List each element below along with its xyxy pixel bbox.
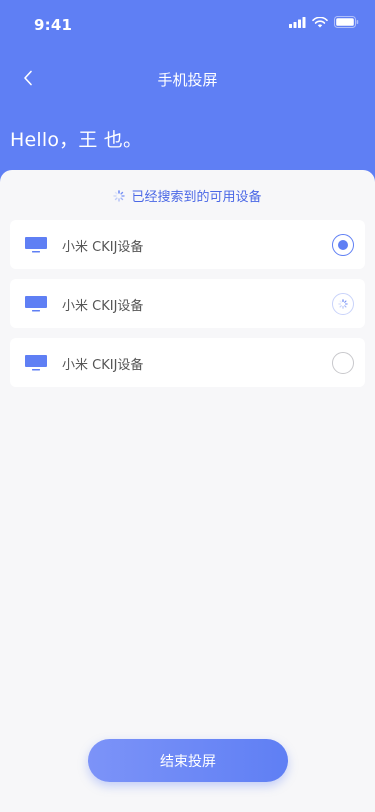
- status-time: 9:41: [34, 16, 73, 34]
- spinner-icon: [113, 189, 126, 202]
- device-list: 小米 CKIJ设备 小米 CKIJ设备 小米 CKIJ设备: [10, 220, 365, 397]
- device-item-3[interactable]: 小米 CKIJ设备: [10, 338, 365, 387]
- monitor-icon: [25, 296, 47, 312]
- device-name: 小米 CKIJ设备: [62, 299, 144, 314]
- nav-bar: 手机投屏: [0, 58, 375, 98]
- monitor-icon: [25, 237, 47, 253]
- spinner-icon: [338, 299, 348, 309]
- battery-icon: [334, 16, 359, 28]
- status-icons: [289, 16, 359, 28]
- radio-unselected[interactable]: [332, 352, 354, 374]
- signal-icon: [289, 16, 306, 28]
- end-casting-button[interactable]: 结束投屏: [88, 739, 288, 782]
- radio-dot: [338, 240, 348, 250]
- search-status: 已经搜索到的可用设备: [0, 186, 375, 205]
- device-name: 小米 CKIJ设备: [62, 358, 144, 373]
- greeting-text: Hello，王 也。: [10, 129, 143, 151]
- device-item-1[interactable]: 小米 CKIJ设备: [10, 220, 365, 269]
- device-item-2[interactable]: 小米 CKIJ设备: [10, 279, 365, 328]
- wifi-icon: [312, 16, 328, 27]
- radio-selected[interactable]: [332, 234, 354, 256]
- device-sheet: 已经搜索到的可用设备 小米 CKIJ设备 小米 CKIJ设备 小米 CKIJ设备: [0, 170, 375, 812]
- screen: 9:41 手机投屏 Hello，王 也。 已经搜索到的可用设备 小米 CKIJ设…: [0, 0, 375, 812]
- device-name: 小米 CKIJ设备: [62, 240, 144, 255]
- status-bar: 9:41: [0, 0, 375, 44]
- page-title: 手机投屏: [157, 71, 218, 89]
- monitor-icon: [25, 355, 47, 371]
- search-status-label: 已经搜索到的可用设备: [131, 190, 262, 205]
- radio-loading[interactable]: [332, 293, 354, 315]
